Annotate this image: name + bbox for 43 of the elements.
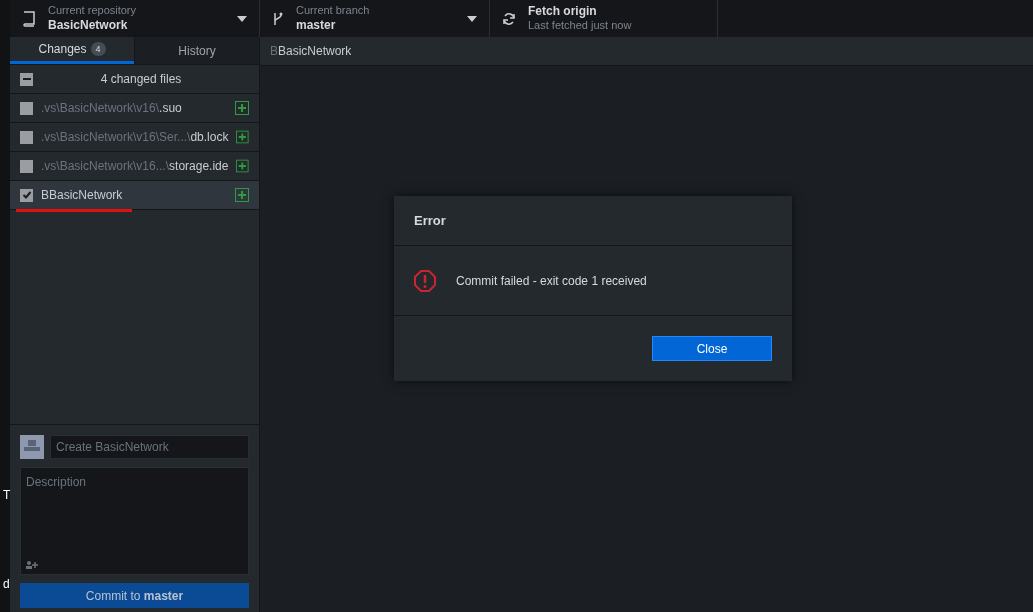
count-badge: 4 [90, 42, 106, 56]
book-icon [22, 10, 36, 27]
caret-icon [237, 15, 247, 22]
branch-name: master [296, 17, 337, 33]
tab[interactable]: Changes 4 [10, 37, 134, 64]
file-path: .vs\BasicNetwork\v16\Ser...\db.lock [41, 129, 229, 146]
checkbox[interactable] [20, 130, 33, 144]
file-path: .vs\BasicNetwork\v16...\storage.ide [41, 158, 229, 175]
file-row[interactable]: .vs\BasicNetwork\v16\.suo [10, 94, 259, 123]
background-text: d [3, 576, 10, 593]
avatar-icon [20, 435, 44, 459]
checkbox[interactable] [20, 101, 33, 115]
add-person-icon [26, 561, 38, 569]
description-field[interactable]: Description [20, 467, 249, 575]
sync-icon [502, 11, 516, 26]
branch-label: Current branch [296, 4, 371, 18]
repository-label: Current repository [48, 4, 138, 18]
file-row[interactable]: .vs\BasicNetwork\v16\Ser...\db.lock [10, 123, 259, 152]
error-message: Commit failed - exit code 1 received [456, 272, 647, 290]
background-text: T [3, 487, 11, 504]
file-path: .vs\BasicNetwork\v16\.suo [41, 100, 183, 117]
checkbox[interactable] [20, 72, 33, 86]
close-button[interactable]: Close [652, 336, 772, 361]
tab[interactable]: History [134, 37, 259, 64]
error-icon [414, 269, 436, 292]
added-icon [235, 188, 249, 202]
commit-button[interactable]: Commit to master [20, 583, 249, 608]
fetch-title: Fetch origin [528, 4, 598, 20]
file-row[interactable]: BBasicNetwork [10, 181, 259, 210]
checkbox[interactable] [20, 188, 33, 202]
branch-icon [272, 10, 284, 27]
added-icon [236, 130, 249, 144]
file-path: BBasicNetwork [41, 187, 124, 204]
summary-field[interactable]: Create BasicNetwork [50, 435, 249, 459]
checkbox[interactable] [20, 159, 33, 173]
caret-icon [467, 15, 477, 22]
repository-name: BasicNetwork [48, 17, 129, 33]
added-icon [235, 101, 249, 115]
dialog-title: Error [414, 211, 446, 230]
added-icon [236, 159, 249, 173]
fetch-status: Last fetched just now [528, 19, 633, 33]
changed-files-count: 4 changed files [99, 71, 183, 88]
file-header: BBasicNetwork [260, 37, 1033, 66]
